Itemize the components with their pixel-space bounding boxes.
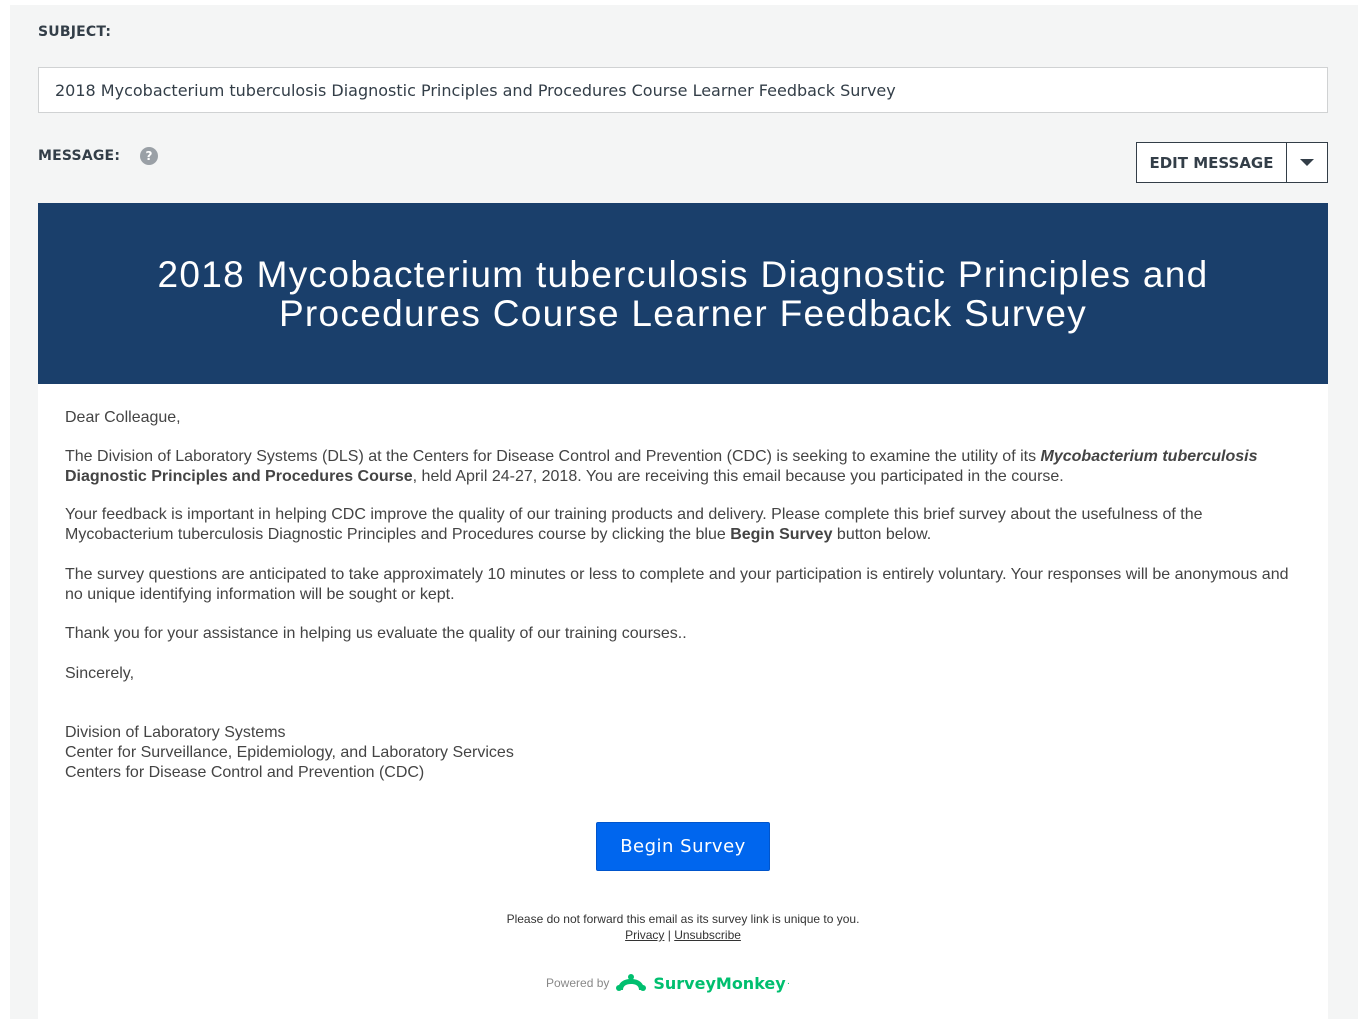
forward-warning: Please do not forward this email as its … (506, 912, 860, 926)
signature-line: Centers for Disease Control and Preventi… (65, 764, 425, 781)
powered-by-label: Powered by (546, 976, 610, 990)
email-banner: 2018 Mycobacterium tuberculosis Diagnost… (38, 203, 1328, 384)
question-circle-icon[interactable]: ? (140, 147, 158, 165)
para1-bold: Diagnostic Principles and Procedures Cou… (65, 468, 413, 485)
paragraph-thanks: Thank you for your assistance in helping… (65, 625, 687, 642)
para1-text-b: , held April 24-27, 2018. You are receiv… (412, 468, 1064, 485)
paragraph-intro: The Division of Laboratory Systems (DLS)… (65, 447, 1295, 487)
signature-line: Center for Surveillance, Epidemiology, a… (65, 744, 514, 761)
surveymonkey-wordmark: SurveyMonkey (653, 973, 786, 993)
signature: Division of Laboratory Systems Center fo… (65, 723, 514, 783)
subject-label: SUBJECT: (38, 24, 112, 40)
para2-text-b: button below. (832, 526, 932, 543)
edit-message-dropdown-button[interactable] (1287, 143, 1327, 182)
subject-input[interactable] (38, 67, 1328, 113)
message-label: MESSAGE: (38, 148, 121, 164)
footer-note: Please do not forward this email as its … (38, 911, 1328, 943)
caret-down-icon (1300, 159, 1314, 166)
powered-by: Powered by SurveyMonkey · (546, 971, 790, 995)
banner-title: 2018 Mycobacterium tuberculosis Diagnost… (157, 253, 1209, 334)
edit-message-button[interactable]: EDIT MESSAGE (1137, 143, 1287, 182)
footer-links: Privacy | Unsubscribe (38, 927, 1328, 943)
email-preview: 2018 Mycobacterium tuberculosis Diagnost… (38, 203, 1328, 1019)
greeting: Dear Colleague, (65, 409, 181, 426)
unsubscribe-link[interactable]: Unsubscribe (674, 928, 741, 942)
paragraph-duration: The survey questions are anticipated to … (65, 566, 1289, 603)
closing: Sincerely, (65, 665, 135, 682)
begin-survey-button[interactable]: Begin Survey (596, 822, 770, 871)
para1-text-a: The Division of Laboratory Systems (DLS)… (65, 448, 1041, 465)
edit-message-group: EDIT MESSAGE (1136, 142, 1328, 183)
signature-line: Division of Laboratory Systems (65, 724, 286, 741)
privacy-link[interactable]: Privacy (625, 928, 664, 942)
paragraph-feedback: Your feedback is important in helping CD… (65, 505, 1295, 545)
para2-bold: Begin Survey (730, 526, 833, 543)
para2-text-a: Your feedback is important in helping CD… (65, 506, 1203, 543)
para1-italic: Mycobacterium tuberculosis (1040, 448, 1258, 465)
brand-mark: · (786, 977, 791, 989)
link-separator: | (664, 928, 675, 942)
surveymonkey-logo-icon (616, 974, 647, 991)
